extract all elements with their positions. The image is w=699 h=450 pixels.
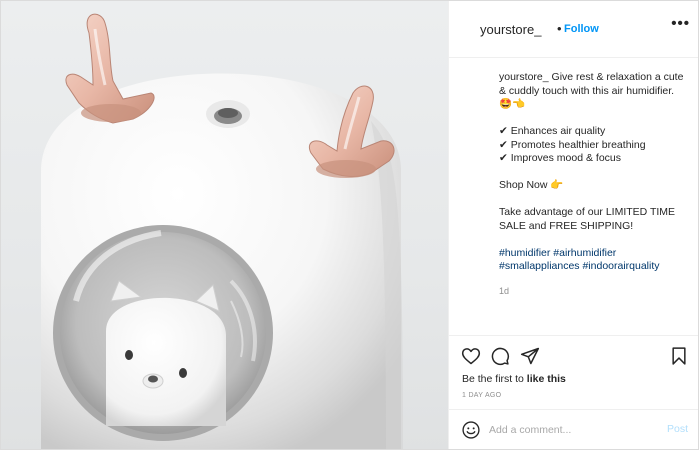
caption-time-ago[interactable]: 1d (499, 286, 509, 296)
more-options-icon[interactable]: ••• (671, 15, 690, 32)
header-separator: • (557, 21, 562, 36)
smiley-icon[interactable] (461, 420, 481, 440)
offer-text: Take advantage of our LIMITED TIME SALE … (499, 206, 676, 232)
post-actions: Be the first to like this 1 DAY AGO (449, 335, 698, 409)
humidifier-illustration (41, 13, 403, 449)
like-this-link[interactable]: like this (527, 373, 566, 385)
left-antler (65, 13, 155, 124)
hashtags-line[interactable]: #smallappliances #indoorairquality (499, 260, 689, 274)
post-comment-button[interactable]: Post (667, 423, 688, 435)
header-username[interactable]: yourstore_ (480, 22, 541, 37)
bookmark-icon[interactable] (669, 346, 689, 366)
caption-username[interactable]: yourstore_ (499, 71, 549, 83)
comment-icon[interactable] (490, 346, 510, 366)
benefit-item: ✔ Promotes healthier breathing (499, 138, 646, 151)
likes-prefix: Be the first to (462, 373, 527, 385)
hashtags-line[interactable]: #humidifier #airhumidifier (499, 247, 689, 261)
shop-now-text: Shop Now 👉 (499, 179, 564, 191)
likes-summary: Be the first to like this (462, 373, 566, 385)
benefit-item: ✔ Improves mood & focus (499, 152, 622, 164)
posted-date: 1 DAY AGO (462, 392, 502, 399)
benefit-item: ✔ Enhances air quality (499, 125, 606, 137)
instagram-post: yourstore_ • Follow ••• yourstore_ Give … (0, 0, 699, 450)
share-icon[interactable] (520, 346, 540, 366)
post-image[interactable] (1, 1, 448, 449)
follow-button[interactable]: Follow (564, 23, 599, 35)
post-header: yourstore_ • Follow ••• (449, 1, 698, 58)
post-details-panel: yourstore_ • Follow ••• yourstore_ Give … (448, 1, 698, 449)
heart-icon[interactable] (461, 346, 481, 366)
comment-bar: Post (449, 409, 698, 449)
post-caption: yourstore_ Give rest & relaxation a cute… (499, 71, 689, 274)
comment-input[interactable] (489, 421, 654, 439)
